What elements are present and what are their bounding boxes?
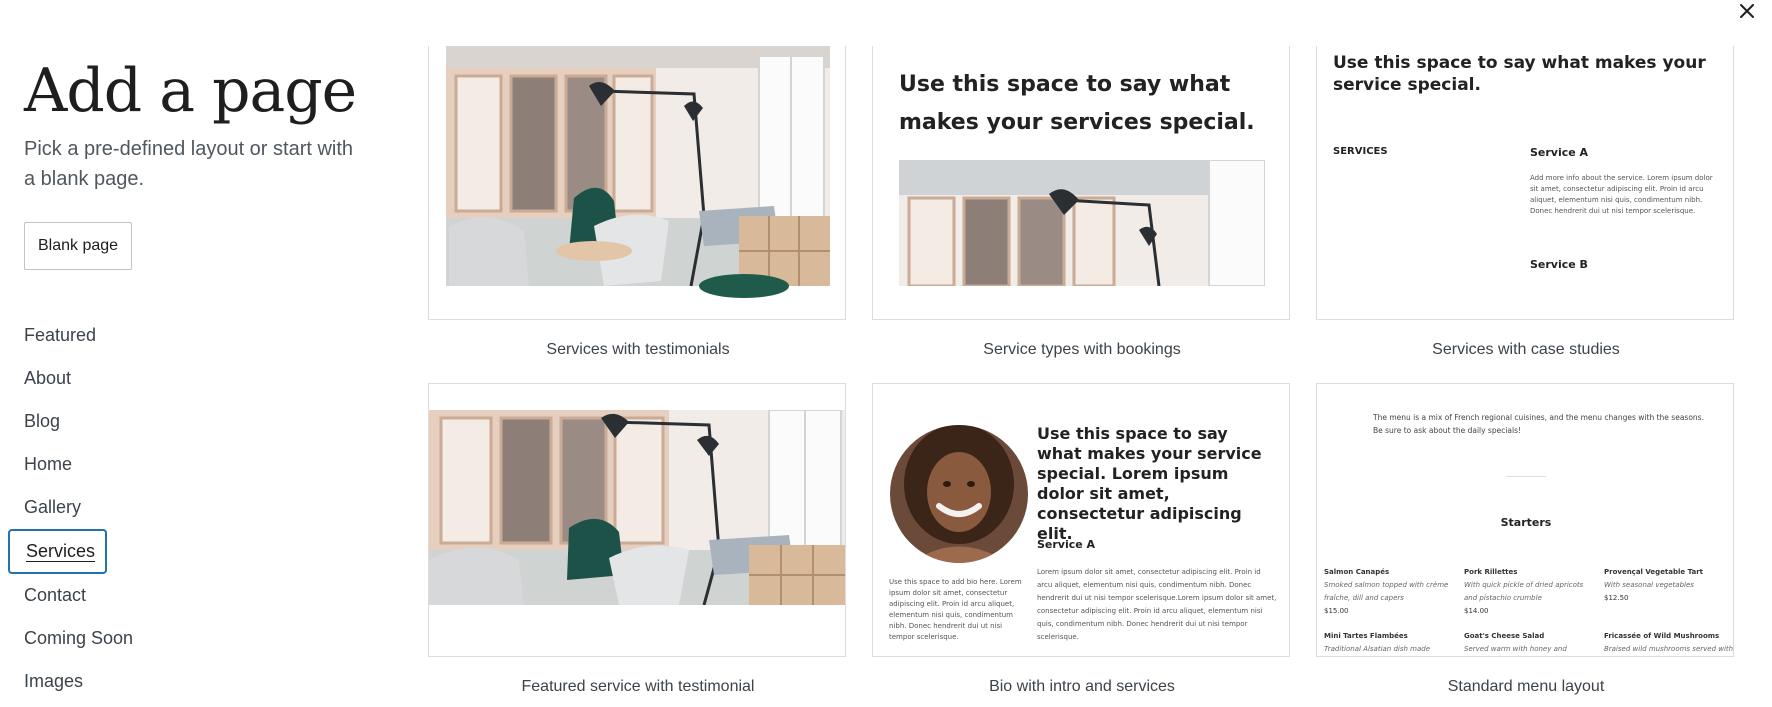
sidebar: Add a page Pick a pre-defined layout or … [8,0,394,707]
menu-item: Mini Tartes Flambées Traditional Alsatia… [1324,630,1454,656]
preview-heading: Use this space to say what makes your se… [899,72,1255,135]
office-photo [446,46,830,298]
menu-item-desc: With quick pickle of dried apricots [1464,581,1584,589]
pattern-label: Service types with bookings [983,341,1181,358]
category-featured[interactable]: Featured [24,314,133,357]
menu-item-desc: Served warm with honey and [1464,645,1567,653]
pattern-card[interactable]: The menu is a mix of French regional cui… [1316,383,1736,696]
menu-item-desc: fraîche, dill and capers [1324,594,1404,602]
menu-section-title: Starters [1500,516,1552,529]
pattern-card[interactable]: Use this space to say what makes your se… [872,383,1292,696]
pattern-preview: Use this space to say what makes your se… [1316,46,1734,320]
menu-item-desc: With seasonal vegetables [1604,581,1694,589]
pattern-label: Featured service with testimonial [521,678,755,695]
pattern-grid: Services with testimonials Use this spac… [428,0,1758,707]
preview-service-a: Service A [1530,146,1589,159]
category-label: Home [24,454,73,474]
blank-page-button[interactable]: Blank page [24,222,132,270]
category-home[interactable]: Home [24,443,133,486]
portrait-photo [890,425,1028,563]
preview-bio-text: Use this space to add bio here. Lorem ip… [889,578,1022,641]
pattern-preview: The menu is a mix of French regional cui… [1316,383,1734,657]
menu-item-desc: and pistachio crumble [1464,594,1542,602]
pattern-card[interactable]: Featured service with testimonial [428,383,848,696]
menu-item-name: Provençal Vegetable Tart [1604,568,1703,576]
pattern-preview: Use this space to say what makes your se… [872,383,1290,657]
menu-item: Salmon Canapés Smoked salmon topped with… [1324,566,1454,618]
menu-item-name: Salmon Canapés [1324,568,1390,576]
category-label: Services [26,541,96,561]
pattern-label: Bio with intro and services [989,678,1175,695]
office-photo [899,160,1265,286]
category-coming-soon[interactable]: Coming Soon [24,617,133,660]
pattern-label: Services with case studies [1432,341,1620,358]
menu-item-name: Mini Tartes Flambées [1324,632,1408,640]
menu-item-name: Fricassée of Wild Mushrooms [1604,632,1720,640]
category-label: Images [24,671,84,691]
menu-item-name: Pork Rillettes [1464,568,1518,576]
pattern-card[interactable]: Services with testimonials [428,46,848,359]
category-services[interactable]: Services [8,529,107,574]
add-page-modal: Add a page Pick a pre-defined layout or … [0,0,1772,707]
menu-item-price: $15.00 [1324,607,1349,615]
preview-section-label: SERVICES [1333,146,1388,157]
category-label: Featured [24,325,97,345]
category-gallery[interactable]: Gallery [24,486,133,529]
category-contact[interactable]: Contact [24,574,133,617]
pattern-preview [428,46,846,320]
page-title: Add a page [24,56,357,126]
menu-item-desc: Traditional Alsatian dish made [1324,645,1431,653]
preview-heading: Use this space to say what makes your se… [1333,53,1706,95]
pattern-card[interactable]: Use this space to say what makes your se… [1316,46,1736,359]
category-label: Coming Soon [24,628,134,648]
menu-item: Pork Rillettes With quick pickle of drie… [1464,566,1594,618]
menu-intro: Be sure to ask about the daily specials! [1373,426,1522,435]
menu-item-desc: Braised wild mushrooms served with [1604,645,1734,653]
menu-item-name: Goat's Cheese Salad [1464,632,1545,640]
menu-item-price: $12.50 [1604,594,1629,602]
pattern-preview: Use this space to say what makes your se… [872,46,1290,320]
category-blog[interactable]: Blog [24,400,133,443]
menu-item: Provençal Vegetable Tart With seasonal v… [1604,566,1733,605]
category-label: Gallery [24,497,82,517]
page-subtitle: Pick a pre-defined layout or start with … [24,138,354,190]
category-about[interactable]: About [24,357,133,400]
menu-item: Fricassée of Wild Mushrooms Braised wild… [1604,630,1734,656]
preview-service-a-text: Lorem ipsum dolor sit amet, consectetur … [1037,568,1277,641]
category-images[interactable]: Images [24,660,133,703]
category-label: About [24,368,72,388]
pattern-card[interactable]: Use this space to say what makes your se… [872,46,1292,359]
pattern-label: Standard menu layout [1447,678,1605,695]
menu-item: Goat's Cheese Salad Served warm with hon… [1464,630,1594,656]
menu-item-price: $14.00 [1464,607,1489,615]
pattern-preview [428,383,846,657]
preview-service-a: Service A [1037,538,1096,551]
preview-service-a-text: Add more info about the service. Lorem i… [1530,174,1713,215]
preview-heading: Use this space to say what makes your se… [1037,424,1262,543]
office-photo [429,410,845,605]
category-list: Featured About Blog Home Gallery Service… [8,314,133,703]
divider [1506,476,1546,477]
pattern-label: Services with testimonials [546,341,730,358]
category-label: Blog [24,411,61,431]
menu-item-desc: Smoked salmon topped with crème [1324,581,1449,589]
preview-service-b: Service B [1530,258,1588,271]
category-label: Contact [24,585,87,605]
menu-intro: The menu is a mix of French regional cui… [1373,413,1704,422]
